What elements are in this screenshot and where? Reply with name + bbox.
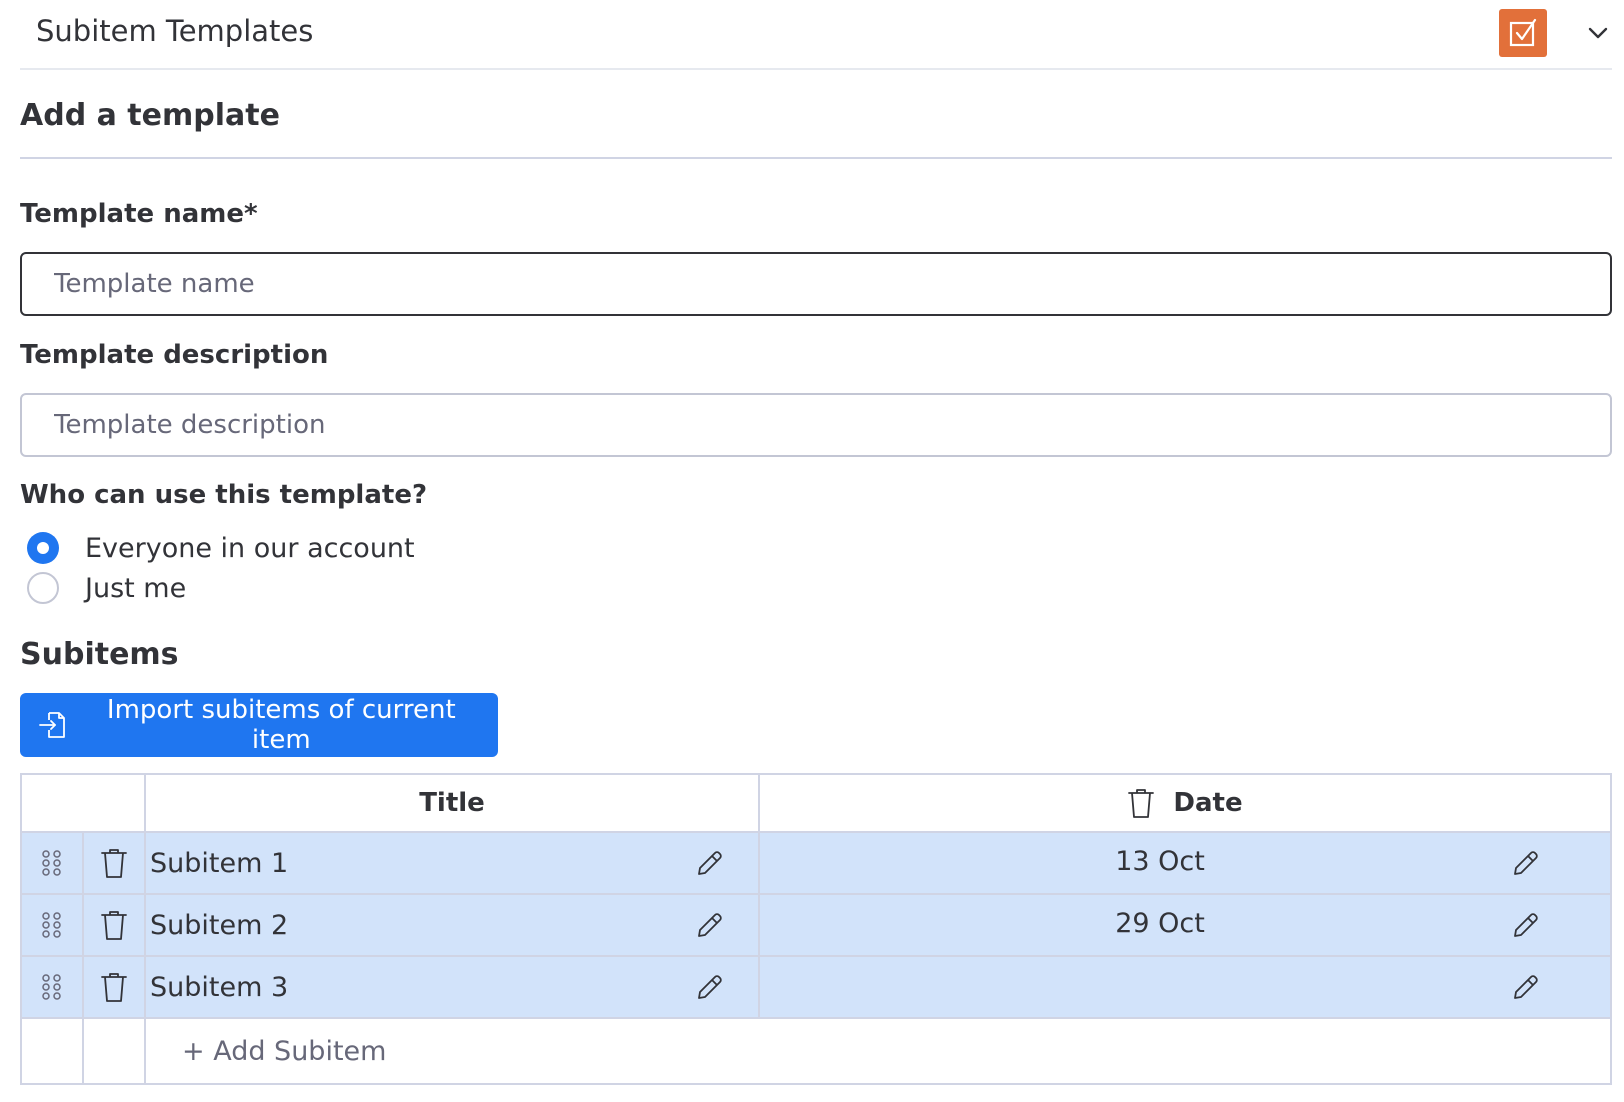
column-header-title[interactable]: Title bbox=[146, 775, 758, 831]
subitem-title: Subitem 3 bbox=[150, 971, 289, 1003]
pencil-icon[interactable] bbox=[1506, 833, 1546, 893]
radio-option-everyone[interactable]: Everyone in our account bbox=[27, 530, 415, 566]
template-description-input[interactable] bbox=[20, 393, 1612, 457]
add-subitem-button[interactable]: + Add Subitem bbox=[182, 1036, 386, 1067]
pencil-icon[interactable] bbox=[690, 957, 730, 1017]
trash-icon[interactable] bbox=[84, 957, 144, 1017]
add-subitem-row[interactable]: + Add Subitem bbox=[182, 1019, 782, 1083]
trash-icon[interactable] bbox=[1127, 787, 1155, 819]
radio-button[interactable] bbox=[27, 572, 59, 604]
column-header-label: Title bbox=[419, 788, 485, 818]
trash-icon[interactable] bbox=[84, 833, 144, 893]
column-header-label: Date bbox=[1173, 788, 1243, 818]
panel-header: Subitem Templates bbox=[20, 0, 1612, 70]
subitem-date-cell[interactable]: 13 Oct bbox=[760, 833, 1560, 889]
subitem-date-cell[interactable]: 29 Oct bbox=[760, 895, 1560, 951]
radio-option-just-me[interactable]: Just me bbox=[27, 570, 186, 606]
drag-handle-icon[interactable] bbox=[22, 957, 82, 1017]
subitem-date-cell[interactable] bbox=[760, 957, 1560, 1013]
section-title: Add a template bbox=[20, 98, 280, 133]
template-name-label: Template name* bbox=[20, 199, 258, 229]
subitems-table: Title Date Subitem 1 13 Oct Subitem 2 29… bbox=[20, 773, 1612, 1085]
subitem-title-cell[interactable]: Subitem 3 bbox=[150, 957, 750, 1017]
subitem-date: 29 Oct bbox=[1115, 907, 1205, 939]
radio-button-checked[interactable] bbox=[27, 532, 59, 564]
subitem-title: Subitem 2 bbox=[150, 909, 289, 941]
section-divider bbox=[20, 157, 1612, 159]
radio-label: Just me bbox=[85, 572, 187, 604]
radio-label: Everyone in our account bbox=[85, 532, 415, 564]
chevron-down-icon[interactable] bbox=[1583, 18, 1613, 48]
subitems-title: Subitems bbox=[20, 637, 179, 672]
subitem-templates-panel: Subitem Templates Add a template Templat… bbox=[0, 0, 1624, 1102]
visibility-label: Who can use this template? bbox=[20, 480, 428, 510]
file-import-icon bbox=[38, 709, 69, 741]
subitem-title-cell[interactable]: Subitem 1 bbox=[150, 833, 750, 893]
trash-icon[interactable] bbox=[84, 895, 144, 955]
subitem-title: Subitem 1 bbox=[150, 847, 289, 879]
pencil-icon[interactable] bbox=[1506, 895, 1546, 955]
pencil-icon[interactable] bbox=[1506, 957, 1546, 1017]
pencil-icon[interactable] bbox=[690, 833, 730, 893]
subitem-title-cell[interactable]: Subitem 2 bbox=[150, 895, 750, 955]
subitem-date: 13 Oct bbox=[1115, 845, 1205, 877]
panel-title: Subitem Templates bbox=[36, 14, 314, 48]
import-button-label: Import subitems of current item bbox=[106, 695, 456, 755]
template-name-input[interactable] bbox=[20, 252, 1612, 316]
checkbox-icon[interactable] bbox=[1499, 9, 1547, 57]
drag-handle-icon[interactable] bbox=[22, 895, 82, 955]
pencil-icon[interactable] bbox=[690, 895, 730, 955]
template-description-label: Template description bbox=[20, 340, 329, 370]
column-header-date[interactable]: Date bbox=[760, 775, 1610, 831]
import-subitems-button[interactable]: Import subitems of current item bbox=[20, 693, 498, 757]
drag-handle-icon[interactable] bbox=[22, 833, 82, 893]
